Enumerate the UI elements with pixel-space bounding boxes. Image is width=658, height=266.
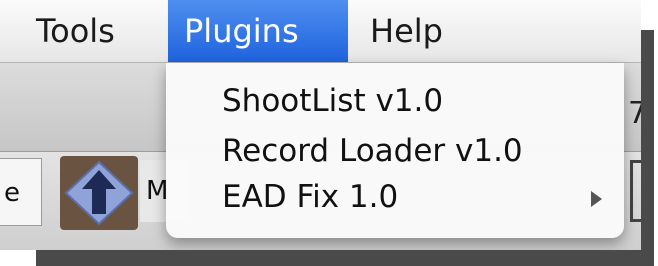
triangle-right-icon [591,191,602,207]
menu-item-label: EAD Fix 1.0 [222,179,399,215]
menu-plugins[interactable]: Plugins [168,0,348,62]
plugins-dropdown: ShootList v1.0 Record Loader v1.0 EAD Fi… [166,63,624,238]
menu-item-label: Record Loader v1.0 [222,133,523,169]
menu-item-shootlist[interactable]: ShootList v1.0 [166,81,624,121]
toolbar-right-fragment: 7 [628,96,641,131]
app-window: 7 e M Tools Plugins Help ShootList v1.0 … [0,0,641,250]
menu-tools[interactable]: Tools [20,0,131,62]
app-logo-button[interactable] [60,156,138,230]
menu-help[interactable]: Help [354,0,459,62]
menu-item-ead-fix[interactable]: EAD Fix 1.0 [166,177,624,217]
menu-item-label: ShootList v1.0 [222,83,444,119]
menu-bar: Tools Plugins Help [0,0,641,63]
arrow-up-diamond-icon [64,160,134,226]
toolbar-left-button[interactable]: e [0,158,42,226]
toolbar-right-bracket [630,160,641,222]
menu-item-record-loader[interactable]: Record Loader v1.0 [166,131,624,171]
